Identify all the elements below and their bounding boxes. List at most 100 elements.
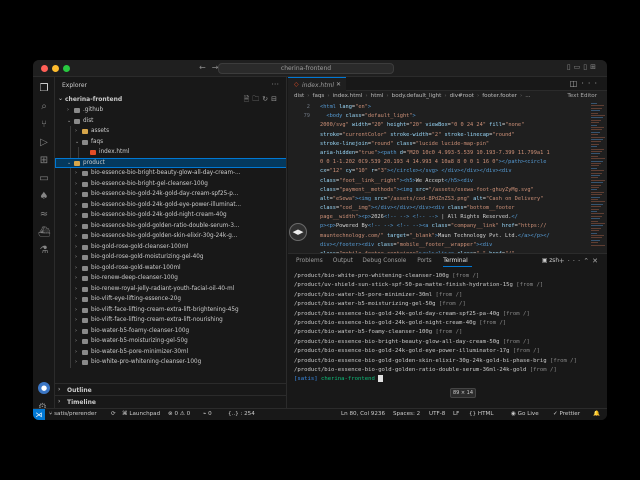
go-live-button[interactable]: ◉ Go Live [511,411,539,417]
folder-item[interactable]: ⌄ product [55,157,286,168]
folder-item[interactable]: ⌄ dist [55,116,286,127]
breadcrumb-item[interactable]: ... [525,93,530,99]
folder-item[interactable]: › bio-gold-rose-gold-water-100ml [55,262,286,273]
folder-item[interactable]: › bio-essence-bio-gold-24k-gold-day-cream… [55,189,286,200]
chevron-down-icon: ⌄ [58,95,64,102]
more-actions-icon[interactable]: ··· [568,257,584,265]
branch-status[interactable]: ⑂ satis/prerender [49,411,97,417]
folder-item[interactable]: › assets [55,126,286,137]
more-actions-icon[interactable]: ··· [581,79,601,88]
explorer-icon[interactable]: ❐ [38,83,50,95]
more-actions-icon[interactable]: ··· [271,80,279,89]
back-arrow-icon[interactable]: ← [199,63,206,72]
remote-indicator-icon[interactable]: ⋊ [33,409,45,420]
maximize-panel-icon[interactable]: ⌃ [583,257,592,265]
folder-item[interactable]: › bio-gold-rose-gold-moisturizing-gel-40g [55,252,286,263]
split-editor-icon[interactable]: ◫ [570,79,582,88]
close-icon[interactable]: ✕ [336,81,341,88]
tab-index-html[interactable]: ◇ index.html ✕ [288,77,346,91]
timeline-section-header[interactable]: › Timeline [55,395,286,407]
breadcrumb-item[interactable]: footer.footer [482,93,517,99]
breadcrumb-item[interactable]: body.default_light [392,93,442,99]
indentation-status[interactable]: Spaces: 2 [393,411,420,417]
folder-item[interactable]: › bio-vlift-face-lifting-cream-extra-lift… [55,315,286,326]
prettier-status[interactable]: ✓ Prettier [553,411,580,417]
folder-item[interactable]: › bio-water-b5-moisturizing-gel-50g [55,336,286,347]
folder-item[interactable]: › bio-renew-royal-jelly-radiant-youth-fac… [55,283,286,294]
terminal-prompt[interactable]: [satis] cherina-frontend [294,375,600,384]
remote-explorer-icon[interactable]: ▭ [38,173,50,185]
folder-item[interactable]: › bio-water-b5-foamy-cleanser-100g [55,325,286,336]
tree-item-label: bio-renew-royal-jelly-radiant-youth-faci… [91,285,235,292]
command-center-search[interactable]: cherina-frontend [218,63,394,74]
breadcrumb-item[interactable]: div#root [450,93,474,99]
panel-tab-problems[interactable]: Problems [296,258,323,264]
panel-tab-ports[interactable]: Ports [417,258,432,264]
folder-item[interactable]: › bio-essence-bio-gold-24k-gold-eye-power… [55,199,286,210]
zoom-window-button[interactable] [63,65,70,72]
panel-tab-terminal[interactable]: Terminal [443,258,468,264]
folder-item[interactable]: › bio-essence-bio-gold-golden-ratio-doubl… [55,220,286,231]
breadcrumb-item[interactable]: index.html [333,93,363,99]
folder-item[interactable]: › bio-essence-bio-bright-gel-cleanser-100… [55,178,286,189]
folder-item[interactable]: › bio-gold-rose-gold-cleanser-100ml [55,241,286,252]
folder-item[interactable]: › bio-essence-bio-bright-beauty-glow-all-… [55,168,286,179]
close-window-button[interactable] [41,65,48,72]
panel-tab-output[interactable]: Output [333,258,353,264]
docker-icon[interactable]: ⛴ [38,227,51,239]
encoding-status[interactable]: UTF-8 [429,411,445,417]
breadcrumb-item[interactable]: html [371,93,384,99]
problems-status[interactable]: ⊗ 0 ⚠ 0 [168,411,190,417]
new-folder-icon[interactable]: 🗀 [252,95,262,103]
minimap-line [591,148,604,150]
add-terminal-icon[interactable]: + [559,257,568,265]
run-debug-icon[interactable]: ▷ [38,137,50,149]
ports-status[interactable]: ⌁ 0 [203,411,212,417]
toggle-sidebar-icon[interactable]: ▯ [567,63,574,71]
extensions-icon[interactable]: ⊞ [38,155,50,167]
minimap[interactable] [589,103,607,253]
collapse-all-icon[interactable]: ⊟ [271,95,280,103]
breadcrumb-item[interactable]: faqs [312,93,324,99]
minimap-line [591,153,600,155]
sync-icon[interactable]: ⟳ [111,411,116,417]
code-view[interactable]: 2 <html lang="en"> 79 <body class="default… [288,103,588,253]
tree-item-label: bio-water-b5-pore-minimizer-30ml [91,348,189,355]
folder-item[interactable]: › bio-renew-deep-cleanser-100g [55,273,286,284]
folder-item[interactable]: › bio-essence-bio-gold-24k-gold-night-cre… [55,210,286,221]
folder-item[interactable]: › bio-white-pro-whitening-cleanser-100g [55,357,286,368]
minimap-line [591,225,603,227]
language-status[interactable]: {} HTML [469,411,493,417]
drag-handle-icon[interactable]: ◀▶ [289,223,307,241]
breadcrumb-item[interactable]: dist [294,93,304,99]
folder-item[interactable]: ⌄ faqs [55,136,286,147]
outline-section-header[interactable]: › Outline [55,383,286,395]
file-item[interactable]: index.html [55,147,286,158]
eol-status[interactable]: LF [453,411,459,417]
tailwind-icon[interactable]: ≈ [38,209,50,221]
terminal-shell-label[interactable]: ▣ zsh [542,258,559,264]
close-icon[interactable]: ✕ [592,257,601,265]
folder-item[interactable]: › .github [55,105,286,116]
cursor-position[interactable]: Ln 80, Col 9236 [341,411,385,417]
mongodb-leaf-icon[interactable]: ♠ [38,191,50,203]
panel-tab-debug-console[interactable]: Debug Console [362,258,406,264]
source-control-icon[interactable]: ⑂ [38,119,50,131]
minimize-window-button[interactable] [52,65,59,72]
selection-status[interactable]: {..} : 254 [228,411,255,417]
terminal-output[interactable]: /product/bio-white-pro-whitening-cleanse… [294,272,600,402]
folder-item[interactable]: › bio-water-b5-pore-minimizer-30ml [55,346,286,357]
new-file-icon[interactable]: 🗎 [244,95,253,103]
folder-item[interactable]: › bio-vlift-face-lifting-cream-extra-lift… [55,304,286,315]
refresh-icon[interactable]: ↻ [262,95,271,103]
folder-item[interactable]: › bio-vlift-eye-lifting-essence-20g [55,294,286,305]
text-editor-label[interactable]: Text Editor [567,93,597,99]
account-avatar[interactable]: ● [38,382,50,394]
search-icon[interactable]: ⌕ [38,101,50,113]
testing-icon[interactable]: ⚗ [38,245,50,257]
notifications-icon[interactable]: 🔔 [593,411,600,417]
toggle-panel-icon[interactable]: ▭ [574,63,584,71]
folder-item[interactable]: › bio-essence-bio-gold-golden-skin-elixir… [55,231,286,242]
customize-layout-icon[interactable]: ⊞ [590,63,599,71]
launchpad-status[interactable]: ⌘ Launchpad [122,411,160,417]
